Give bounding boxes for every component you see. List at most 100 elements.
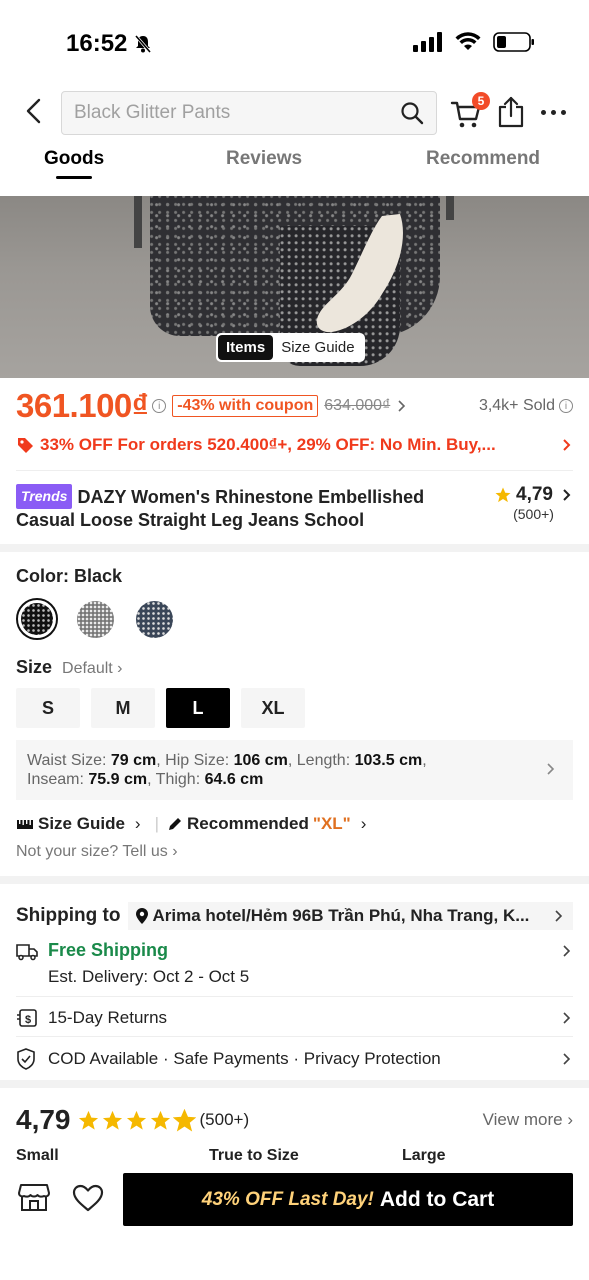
more-options-button[interactable] [541,102,573,122]
chevron-right-icon [563,1053,571,1065]
header: 5 [0,88,589,138]
divider [16,470,573,471]
search-box[interactable] [61,91,437,135]
fit-small: Small [16,1147,59,1164]
star-icon [78,1110,98,1130]
search-input[interactable] [74,102,400,124]
signal-icon [413,32,442,52]
chevron-left-icon [26,98,41,124]
not-your-size-link[interactable]: Not your size? Tell us › [16,843,178,861]
size-measurements[interactable]: Waist Size: 79 cm, Hip Size: 106 cm, Len… [16,740,573,800]
store-icon [18,1184,50,1211]
star-icon [150,1110,170,1130]
size-guide-link[interactable]: Size Guide [38,814,125,834]
shipping-address[interactable]: Arima hotel/Hẻm 96B Trần Phú, Nha Trang,… [128,902,573,930]
shield-check-icon [17,1048,35,1070]
price-row: 361.100₫ i -43% with coupon 634.000₫ 3,4… [16,387,573,424]
cart-count-badge: 5 [472,92,490,110]
info-icon[interactable]: i [559,399,573,413]
product-photo-shoe [316,214,403,333]
original-price: 634.000₫ [324,397,391,414]
fit-true-to-size: True to Size [209,1147,299,1164]
bottom-action-bar: 43% OFF Last Day! Add to Cart [0,1164,589,1280]
measure-line-1: Waist Size: 79 cm, Hip Size: 106 cm, Len… [27,752,427,769]
size-option-m[interactable]: M [91,688,155,728]
coupon-badge[interactable]: -43% with coupon [172,395,319,417]
chevron-right-icon [563,945,571,957]
search-icon[interactable] [400,101,424,125]
rating-count: (500+) [513,506,554,522]
shipping-row: Shipping to Arima hotel/Hẻm 96B Trần Phú… [16,902,573,930]
payments-row[interactable]: COD Available · Safe Payments · Privacy … [16,1048,573,1070]
share-button[interactable] [497,96,527,130]
dot-icon [551,109,556,115]
section-divider [0,544,589,552]
chair-leg [446,196,454,220]
size-title: Size [16,657,53,677]
reviews-summary: 4,79 (500+) View more › [16,1104,573,1136]
rating-summary[interactable]: 4,79 (500+) [494,484,573,522]
fit-large: Large [402,1147,446,1164]
back-button[interactable] [20,96,46,126]
free-shipping-label: Free Shipping [48,940,169,960]
tab-reviews[interactable]: Reviews [226,148,302,170]
color-swatch-black[interactable] [16,598,58,640]
returns-icon: $ [17,1009,37,1027]
estimated-delivery: Est. Delivery: Oct 2 - Oct 5 [48,967,250,986]
star-icon [495,487,511,503]
size-option-s[interactable]: S [16,688,80,728]
size-default-selector[interactable]: Default › [62,660,122,678]
color-swatch-grey[interactable] [77,601,114,638]
status-time: 16:52 [66,30,153,58]
sold-count: 3,4k+ Sold [478,397,555,414]
chair-leg [134,196,142,248]
recommended-link[interactable]: Recommended [187,814,309,834]
review-rating: 4,79 [16,1104,71,1135]
trends-badge: Trends [16,484,73,509]
size-option-xl[interactable]: XL [241,688,305,728]
divider [16,996,573,997]
delivery-truck-icon [16,944,38,961]
chevron-right-icon[interactable] [396,399,408,413]
svg-text:$: $ [25,1014,31,1026]
chevron-right-icon [563,1012,571,1024]
cart-button[interactable]: 5 [450,92,490,130]
returns-text: 15-Day Returns [48,1008,168,1027]
tab-goods[interactable]: Goods [44,148,104,179]
returns-row[interactable]: $ 15-Day Returns [16,1008,573,1028]
wishlist-button[interactable] [72,1184,106,1216]
chevron-right-icon [563,439,571,451]
status-icons [413,32,535,52]
size-guide-row: Size Guide › | Recommended "XL" › [16,812,573,836]
info-icon[interactable]: i [152,399,167,413]
divider [16,1036,573,1037]
share-icon [498,96,524,128]
color-swatch-denim[interactable] [136,601,173,638]
add-to-cart-button[interactable]: 43% OFF Last Day! Add to Cart [123,1173,573,1226]
store-button[interactable] [18,1182,52,1216]
shipping-label: Shipping to [16,905,121,926]
heart-icon [72,1184,104,1212]
rating-value: 4,79 [516,484,553,505]
star-icon [126,1110,146,1130]
free-shipping-row[interactable]: Free Shipping Est. Delivery: Oct 2 - Oct… [16,940,573,987]
mute-bell-icon [135,35,152,53]
wifi-icon [455,32,481,50]
section-divider [0,1080,589,1088]
dot-icon [561,109,566,115]
chevron-right-icon [555,910,563,922]
recommended-size: "XL" [312,814,351,833]
review-count: (500+) [199,1110,250,1129]
tab-recommend[interactable]: Recommend [426,148,540,170]
tag-icon [18,438,33,453]
payments-text: COD Available · Safe Payments · Privacy … [48,1049,441,1068]
size-guide-toggle[interactable]: Size Guide [273,335,362,360]
view-more-reviews[interactable]: View more › [483,1110,573,1130]
measure-line-2: Inseam: 75.9 cm, Thigh: 64.6 cm [27,771,264,788]
dot-icon [541,109,546,115]
size-option-l[interactable]: L [166,688,230,728]
product-title[interactable]: Trends DAZY Women's Rhinestone Embellish… [16,484,456,532]
promo-row[interactable]: 33% OFF For orders 520.400₫+, 29% OFF: N… [16,432,573,458]
items-toggle[interactable]: Items [218,335,274,360]
image-view-toggle: Items Size Guide [216,333,365,362]
